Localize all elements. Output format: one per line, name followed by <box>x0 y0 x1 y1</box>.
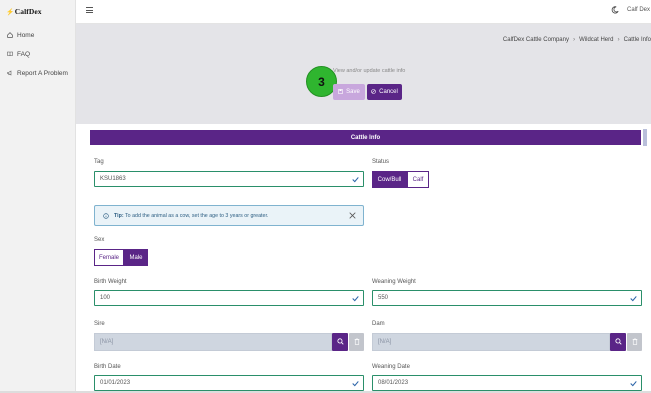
sidebar-item-report-problem[interactable]: Report A Problem <box>7 68 68 78</box>
sire-input: [N/A] <box>94 333 332 351</box>
dam-clear-button[interactable] <box>627 333 642 351</box>
check-icon <box>630 380 637 387</box>
sire-label: Sire <box>94 321 105 327</box>
menu-icon[interactable] <box>86 7 93 14</box>
chevron-right-icon: › <box>617 36 620 43</box>
birth-weight-value: 100 <box>100 295 111 301</box>
dam-input: [N/A] <box>372 333 610 351</box>
trash-icon <box>632 337 638 347</box>
tip-alert: Tip: To add the animal as a cow, set the… <box>94 205 364 226</box>
sex-option-female[interactable]: Female <box>94 249 124 266</box>
info-icon <box>103 213 109 219</box>
chevron-right-icon: › <box>572 36 576 43</box>
breadcrumb-item[interactable]: Wildcat Herd <box>579 37 613 43</box>
home-icon <box>7 32 13 38</box>
tag-value: KSU1863 <box>100 176 126 182</box>
floppy-icon <box>338 88 343 96</box>
brand-logo[interactable]: ⚡CalfDex <box>6 7 42 16</box>
check-icon <box>630 295 637 302</box>
brand-name: CalfDex <box>14 7 42 16</box>
search-icon <box>336 337 344 347</box>
weaning-weight-label: Weaning Weight <box>372 279 416 285</box>
dam-value: [N/A] <box>378 339 392 345</box>
tag-label: Tag <box>94 159 104 165</box>
tip-text: Tip: To add the animal as a cow, set the… <box>114 213 268 219</box>
breadcrumb: CalfDex Cattle Company › Wildcat Herd › … <box>503 36 651 43</box>
breadcrumb-item: Cattle Info <box>623 36 651 43</box>
save-label: Save <box>346 89 360 95</box>
cancel-label: Cancel <box>379 89 398 95</box>
breadcrumb-item[interactable]: CalfDex Cattle Company <box>503 37 569 43</box>
tip-prefix: Tip: <box>114 213 124 219</box>
tip-message: To add the animal as a cow, set the age … <box>125 213 269 219</box>
sire-search-button[interactable] <box>332 333 348 351</box>
user-name[interactable]: Calf Dex <box>627 7 650 13</box>
book-icon <box>7 51 13 57</box>
weaning-weight-value: 550 <box>378 295 389 301</box>
check-icon <box>352 295 359 302</box>
sidebar-item-label: Report A Problem <box>17 69 68 77</box>
page-subtitle: View and/or update cattle info <box>333 68 406 74</box>
birth-date-value: 01/01/2023 <box>100 380 131 386</box>
sex-toggle: Female Male <box>94 249 148 266</box>
card-title: Cattle Info <box>90 130 641 145</box>
sex-label: Sex <box>94 237 105 243</box>
cancel-icon <box>371 88 376 96</box>
birth-weight-input[interactable]: 100 <box>94 290 364 306</box>
sidebar: ⚡CalfDex Home FAQ Report A Problem <box>0 0 76 393</box>
birth-date-input[interactable]: 01/01/2023 <box>94 375 364 391</box>
close-icon[interactable] <box>349 212 356 219</box>
megaphone-icon <box>7 70 13 76</box>
tag-input[interactable]: KSU1863 <box>94 171 364 187</box>
sire-clear-button[interactable] <box>349 333 364 351</box>
birth-date-label: Birth Date <box>94 364 121 370</box>
sire-value: [N/A] <box>100 339 114 345</box>
birth-weight-label: Birth Weight <box>94 279 127 285</box>
weaning-date-value: 08/01/2023 <box>378 380 409 386</box>
sidebar-item-faq[interactable]: FAQ <box>7 49 30 59</box>
scrollbar-handle[interactable] <box>643 129 647 146</box>
sidebar-item-label: Home <box>17 31 35 39</box>
dam-search-button[interactable] <box>610 333 626 351</box>
weaning-date-input[interactable]: 08/01/2023 <box>372 375 642 391</box>
check-icon <box>352 380 359 387</box>
moon-icon[interactable] <box>611 6 619 14</box>
status-option-calf[interactable]: Calf <box>407 171 429 188</box>
weaning-date-label: Weaning Date <box>372 364 410 370</box>
sidebar-item-label: FAQ <box>17 50 31 58</box>
status-label: Status <box>372 159 390 165</box>
search-icon <box>614 337 622 347</box>
cancel-button[interactable]: Cancel <box>367 84 402 100</box>
top-bar: Calf Dex <box>76 0 651 24</box>
trash-icon <box>354 337 360 347</box>
sex-option-male[interactable]: Male <box>124 249 148 266</box>
status-toggle: Cow/Bull Calf <box>372 171 429 188</box>
weaning-weight-input[interactable]: 550 <box>372 290 642 306</box>
status-option-cow-bull[interactable]: Cow/Bull <box>372 171 407 188</box>
save-button[interactable]: Save <box>333 84 365 100</box>
dam-label: Dam <box>372 321 385 327</box>
sidebar-item-home[interactable]: Home <box>7 30 34 40</box>
check-icon <box>352 176 359 183</box>
